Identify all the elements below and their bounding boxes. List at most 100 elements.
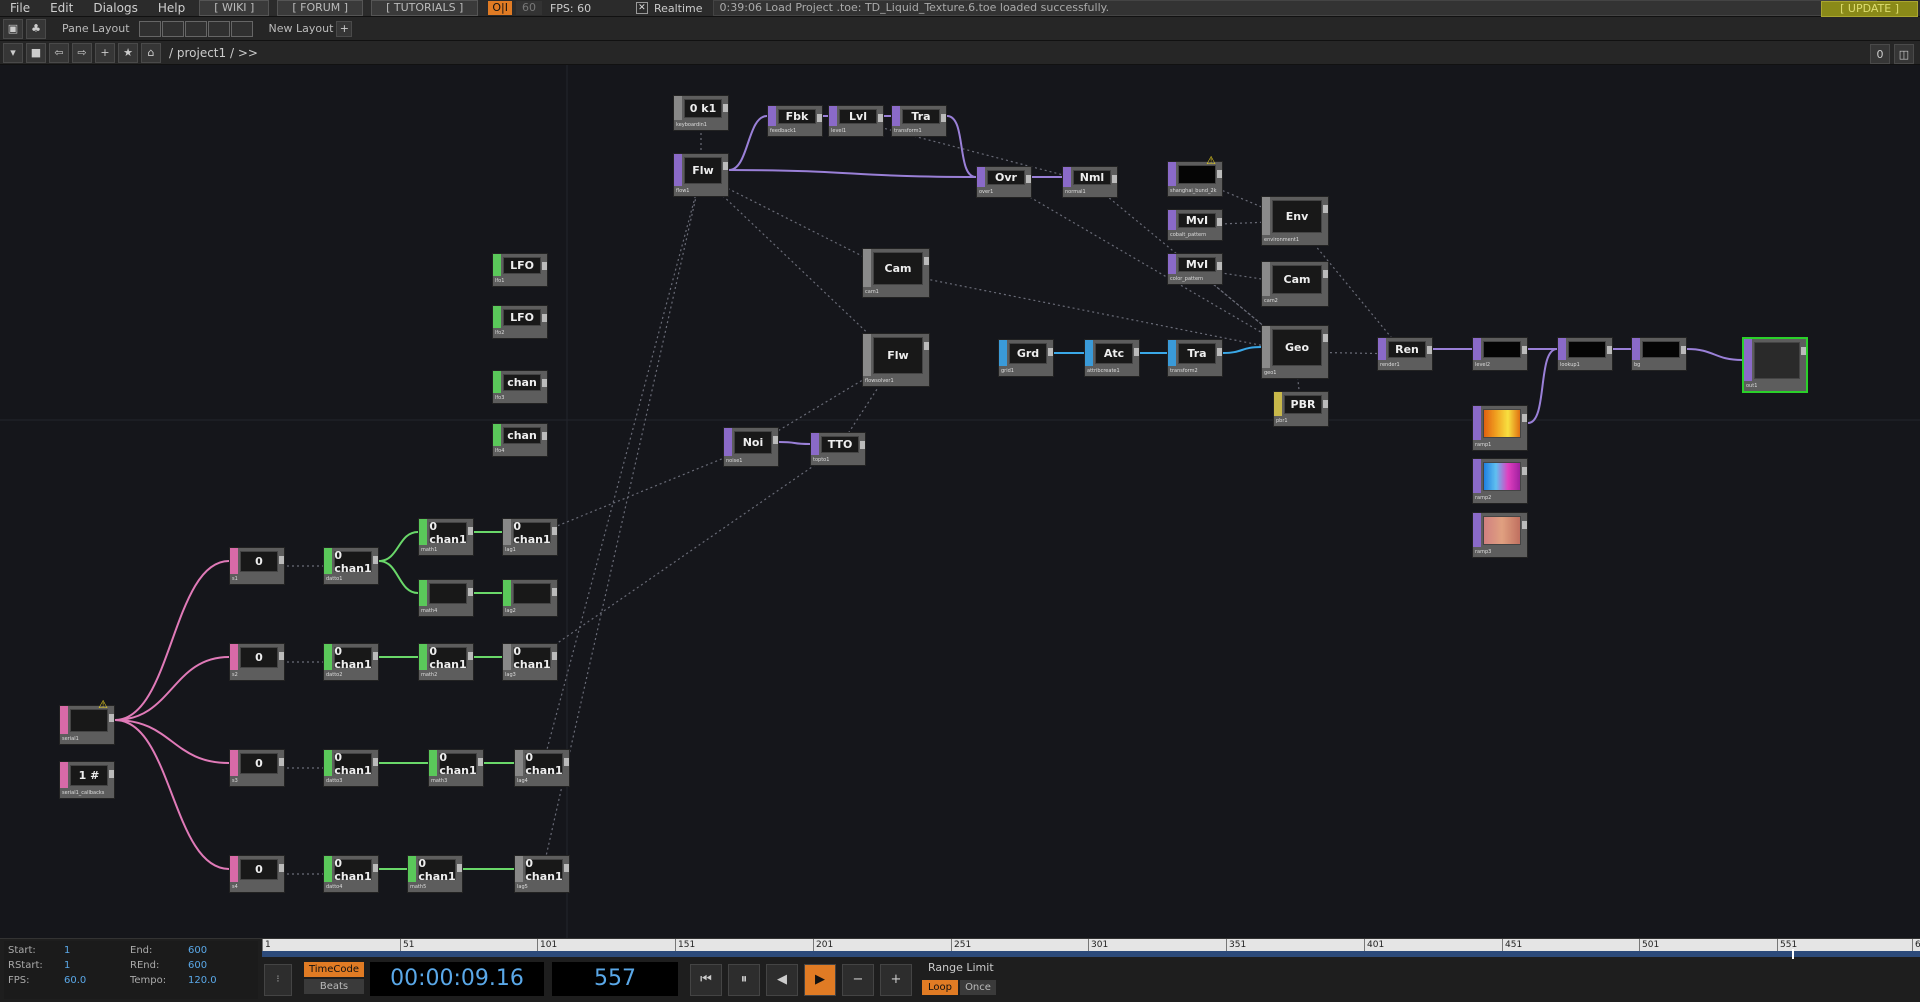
operator-node[interactable]: MvI color_pattern	[1167, 253, 1223, 285]
loop-toggle[interactable]: Loop	[922, 980, 958, 995]
frame-display[interactable]: 557	[552, 962, 678, 996]
output-connector[interactable]	[723, 162, 728, 170]
output-connector[interactable]	[109, 770, 114, 778]
operator-node[interactable]: 1 # serial1_callbacks	[59, 761, 115, 799]
operator-node[interactable]: 0 s1	[229, 547, 285, 585]
menu-edit[interactable]: Edit	[40, 1, 83, 15]
output-connector[interactable]	[1048, 348, 1053, 356]
layout-split-horizontal-icon[interactable]	[184, 20, 207, 37]
split-view-icon[interactable]: ◫	[1894, 44, 1914, 64]
add-icon[interactable]: +	[95, 42, 115, 63]
output-connector[interactable]	[542, 379, 547, 387]
tutorials-link[interactable]: [ TUTORIALS ]	[371, 0, 479, 16]
operator-node[interactable]: 0 chan1 lag5	[514, 855, 570, 893]
warning-icon[interactable]: ⚠	[1206, 154, 1216, 167]
timecode-display[interactable]: 00:00:09.16	[370, 962, 544, 996]
network-editor[interactable]: 0 k1 keyboardin1 Flw flow1 Fbk feedback1 Lvl le…	[0, 65, 1920, 938]
rend-value[interactable]: 600	[188, 960, 207, 971]
output-connector[interactable]	[457, 864, 462, 872]
operator-node[interactable]: 0 chan1 math5	[407, 855, 463, 893]
layout-split-icon[interactable]	[161, 20, 184, 37]
wire[interactable]	[114, 656, 230, 721]
timeline-ruler[interactable]: 151101151201251301351401451501551600	[262, 939, 1920, 951]
operator-node[interactable]: MvI cobalt_pattern	[1167, 209, 1223, 241]
network-path[interactable]: / project1 / >>	[169, 46, 258, 60]
operator-node[interactable]: Noi noise1	[723, 427, 779, 467]
minus-button[interactable]: −	[842, 964, 874, 996]
output-connector[interactable]	[1522, 346, 1527, 354]
timecode-toggle[interactable]: TimeCode	[304, 962, 364, 977]
operator-node[interactable]: Cam cam1	[862, 248, 930, 298]
operator-node[interactable]: LFO lfo2	[492, 305, 548, 339]
wire[interactable]	[1527, 348, 1558, 424]
layout-four-icon[interactable]	[230, 20, 253, 37]
start-value[interactable]: 1	[64, 945, 70, 956]
operator-node[interactable]: Grd grid1	[998, 339, 1054, 377]
operator-node[interactable]: 0 s4	[229, 855, 285, 893]
output-connector[interactable]	[552, 652, 557, 660]
output-connector[interactable]	[279, 652, 284, 660]
operator-node[interactable]: Fbk feedback1	[767, 105, 823, 137]
end-value[interactable]: 600	[188, 945, 207, 956]
output-connector[interactable]	[279, 864, 284, 872]
wire[interactable]	[728, 115, 768, 171]
forward-icon[interactable]: ⇨	[72, 42, 92, 63]
output-connector[interactable]	[817, 114, 822, 122]
palette-icon[interactable]: ♣	[26, 18, 46, 39]
output-connector[interactable]	[478, 758, 483, 766]
pane-icon[interactable]: ▣	[3, 18, 23, 39]
operator-node[interactable]: Lvl level1	[828, 105, 884, 137]
operator-node[interactable]: Nml normal1	[1062, 166, 1118, 198]
home-icon[interactable]: ⌂	[141, 42, 161, 63]
operator-node[interactable]: Flw flow1	[673, 153, 729, 197]
wire[interactable]	[378, 531, 419, 562]
operator-node[interactable]: 0 k1 keyboardin1	[673, 95, 729, 131]
menu-file[interactable]: File	[0, 1, 40, 15]
output-connector[interactable]	[1026, 175, 1031, 183]
operator-node[interactable]: level2	[1472, 337, 1528, 371]
wire[interactable]	[778, 441, 811, 445]
timeline-menu-icon[interactable]: ⁝	[264, 964, 292, 996]
operator-node[interactable]: 0 chan1 math2	[418, 643, 474, 681]
operator-node[interactable]: PBR pbr1	[1273, 391, 1329, 427]
rstart-value[interactable]: 1	[64, 960, 70, 971]
operator-node[interactable]: ramp1	[1472, 405, 1528, 451]
operator-node[interactable]: LFO lfo1	[492, 253, 548, 287]
realtime-checkbox[interactable]: ✕	[635, 2, 648, 14]
oi-toggle[interactable]: O|I	[488, 1, 512, 15]
operator-node[interactable]: Ren render1	[1377, 337, 1433, 371]
operator-node[interactable]: bg	[1631, 337, 1687, 371]
forum-link[interactable]: [ FORUM ]	[277, 0, 364, 16]
operator-node[interactable]: out1	[1742, 337, 1808, 393]
wire[interactable]	[728, 169, 977, 178]
rewind-button[interactable]: ⏮	[690, 964, 722, 996]
output-connector[interactable]	[723, 104, 728, 112]
operator-node[interactable]: Flw flowsolver1	[862, 333, 930, 387]
beats-toggle[interactable]: Beats	[304, 979, 364, 994]
output-connector[interactable]	[1134, 348, 1139, 356]
output-connector[interactable]	[542, 262, 547, 270]
output-connector[interactable]	[1323, 205, 1328, 213]
wire[interactable]	[1686, 348, 1743, 361]
operator-node[interactable]: 0 chan1 datto3	[323, 749, 379, 787]
output-connector[interactable]	[1217, 348, 1222, 356]
operator-node[interactable]: 0 chan1 lag3	[502, 643, 558, 681]
plus-button[interactable]: +	[880, 964, 912, 996]
output-connector[interactable]	[1217, 218, 1222, 226]
output-connector[interactable]	[564, 864, 569, 872]
wire[interactable]	[946, 115, 977, 178]
operator-node[interactable]: Cam cam2	[1261, 261, 1329, 307]
play-button[interactable]: ▶	[804, 964, 836, 996]
output-connector[interactable]	[1522, 414, 1527, 422]
operator-node[interactable]: Tra transform1	[891, 105, 947, 137]
output-connector[interactable]	[1522, 467, 1527, 475]
output-connector[interactable]	[373, 758, 378, 766]
range-bar[interactable]	[262, 949, 1920, 959]
operator-node[interactable]: serial1 ⚠	[59, 698, 115, 745]
operator-node[interactable]: 0 chan1 math3	[428, 749, 484, 787]
output-connector[interactable]	[941, 114, 946, 122]
output-connector[interactable]	[1427, 346, 1432, 354]
wire[interactable]	[114, 719, 230, 764]
operator-node[interactable]: 0 s2	[229, 643, 285, 681]
output-connector[interactable]	[924, 257, 929, 265]
